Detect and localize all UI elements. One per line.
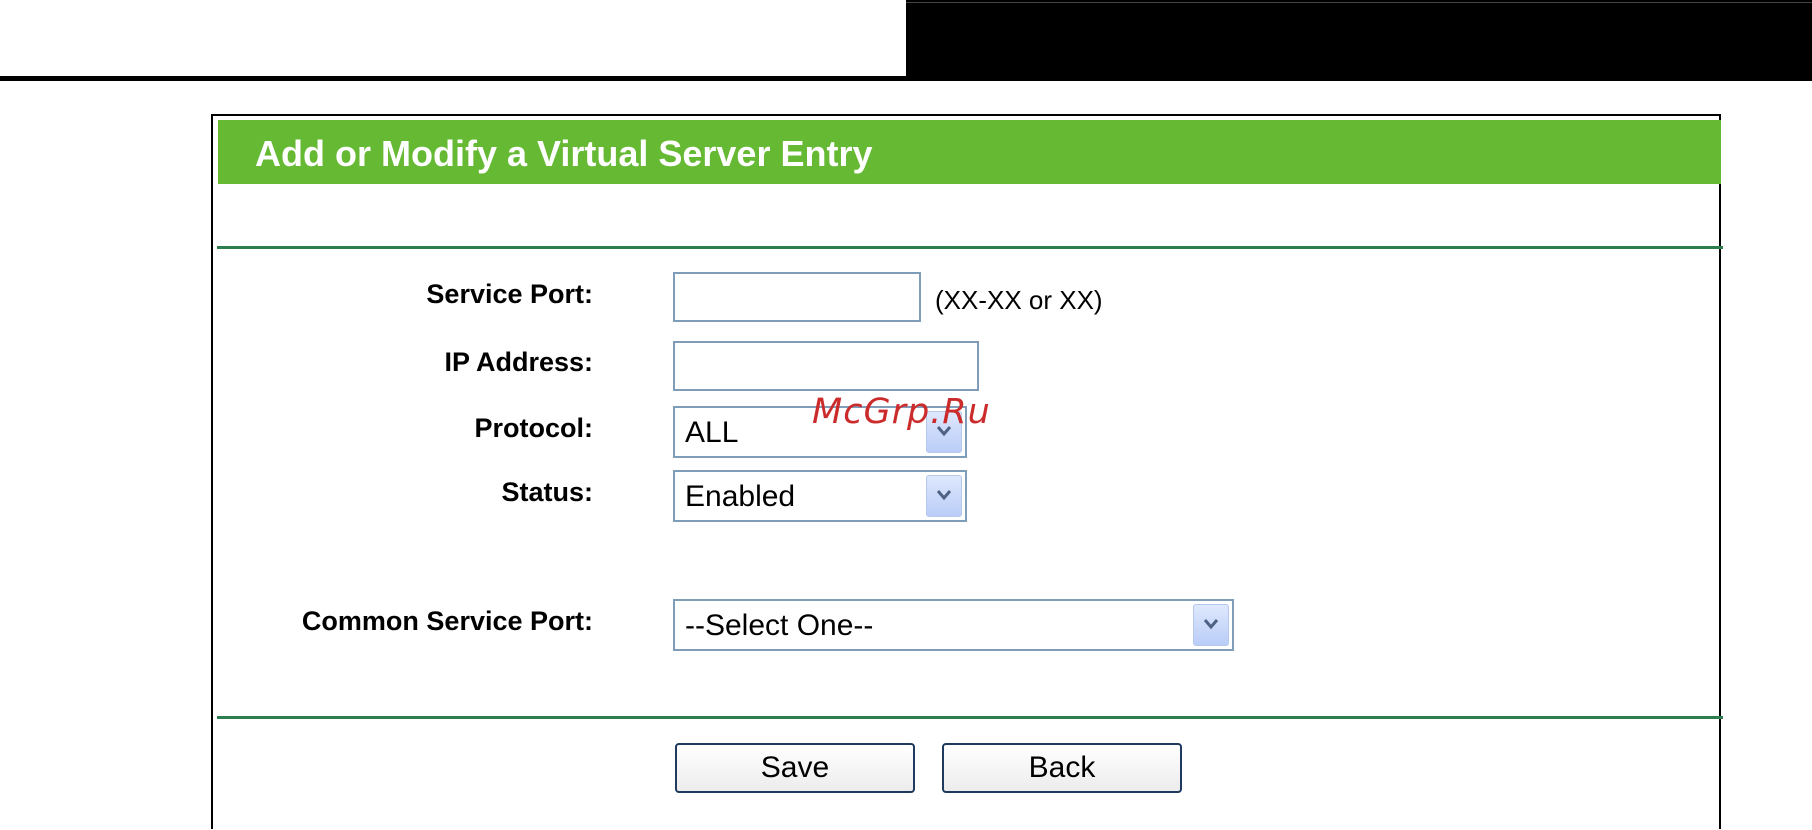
status-label: Status: bbox=[501, 477, 593, 507]
protocol-label: Protocol: bbox=[474, 413, 594, 443]
common-service-port-label: Common Service Port: bbox=[301, 606, 593, 636]
service-port-hint: (XX-XX or XX) bbox=[935, 285, 1103, 315]
ip-address-label: IP Address: bbox=[444, 347, 593, 377]
ip-address-input[interactable] bbox=[673, 341, 979, 391]
save-button[interactable]: Save bbox=[675, 743, 915, 793]
service-port-input[interactable] bbox=[673, 272, 921, 322]
panel-header: Add or Modify a Virtual Server Entry bbox=[218, 120, 1721, 184]
service-port-label: Service Port: bbox=[426, 279, 593, 309]
common-service-port-selected-value: --Select One-- bbox=[685, 609, 874, 642]
status-selected-value: Enabled bbox=[685, 480, 796, 513]
status-select[interactable]: Enabled bbox=[673, 470, 967, 522]
protocol-selected-value: ALL bbox=[685, 416, 739, 449]
page-title: Add or Modify a Virtual Server Entry bbox=[255, 133, 873, 174]
divider-bottom bbox=[217, 716, 1723, 719]
top-black-bar bbox=[906, 0, 1812, 76]
divider-top bbox=[217, 246, 1723, 249]
chevron-down-icon[interactable] bbox=[1193, 604, 1229, 646]
chevron-down-icon[interactable] bbox=[926, 475, 962, 517]
back-button[interactable]: Back bbox=[942, 743, 1182, 793]
virtual-server-panel: Add or Modify a Virtual Server Entry Ser… bbox=[211, 114, 1723, 829]
watermark-text: McGrp.Ru bbox=[812, 392, 991, 432]
top-rule bbox=[0, 76, 1812, 81]
common-service-port-select[interactable]: --Select One-- bbox=[673, 599, 1234, 651]
